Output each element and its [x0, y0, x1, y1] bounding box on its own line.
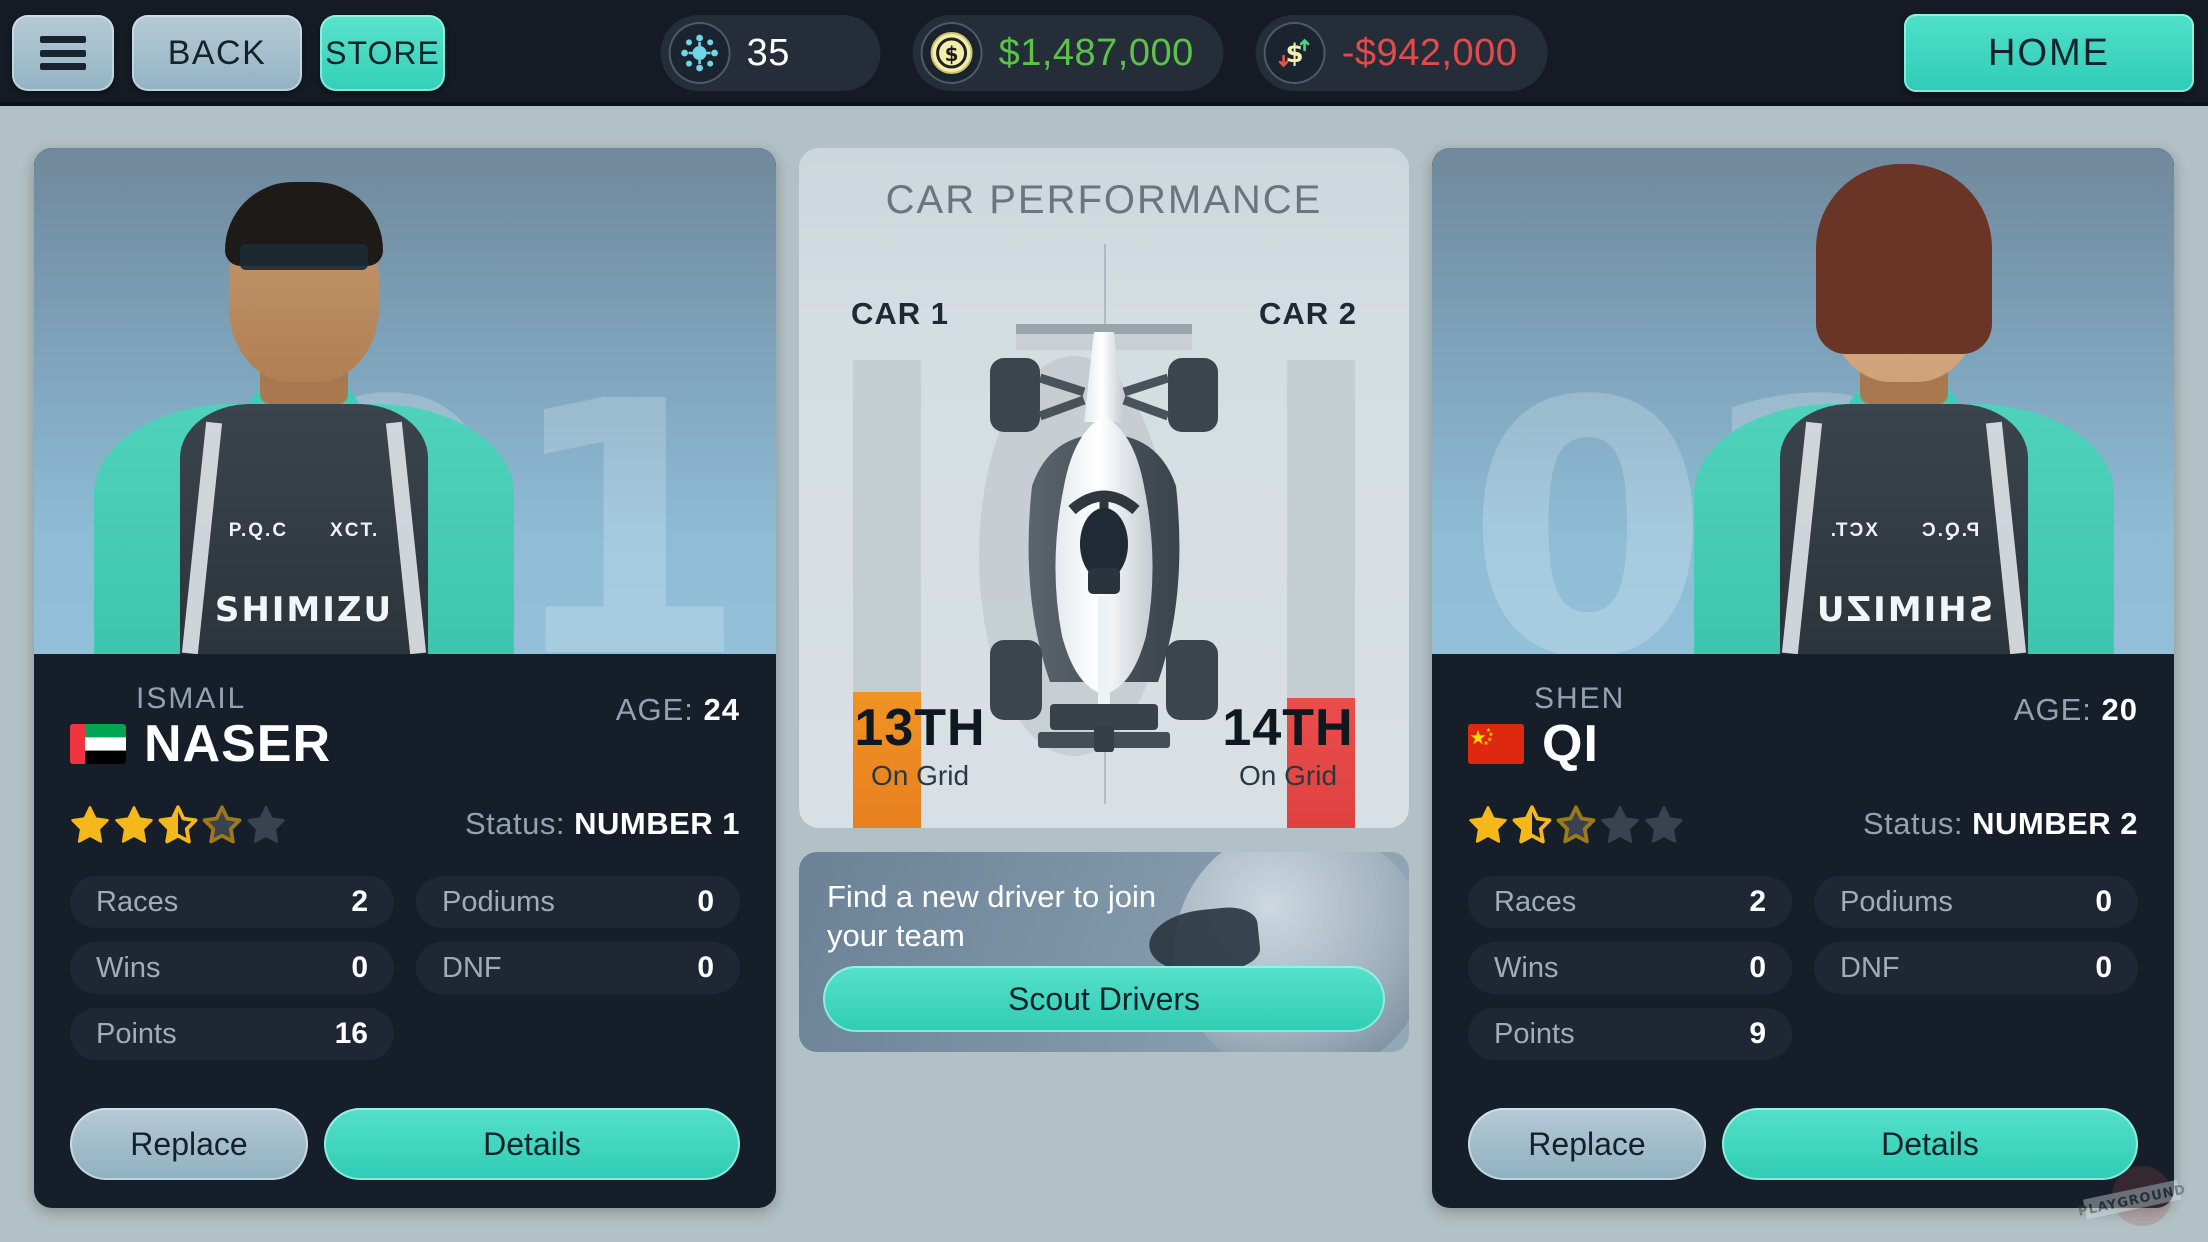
scout-drivers-button[interactable]: Scout Drivers — [823, 966, 1385, 1032]
stat-value: 0 — [351, 951, 368, 984]
stat-wins: Wins 0 — [70, 942, 394, 994]
cashflow-value: -$942,000 — [1341, 31, 1518, 74]
driver-avatar-1: P.Q.C XCT. SHIMIZU — [74, 182, 534, 654]
sunglasses-icon — [240, 244, 368, 270]
suit-sponsors-1: P.Q.C XCT. — [228, 520, 380, 541]
driver-age-2: AGE: 20 — [2013, 692, 2138, 727]
driver-actions-1: Replace Details — [70, 1108, 740, 1180]
car-2-label: CAR 2 — [1258, 296, 1357, 331]
stat-label: Wins — [1494, 951, 1559, 984]
stat-label: DNF — [1840, 951, 1900, 984]
stat-races: Races 2 — [1468, 876, 1792, 928]
suit-brand-1: SHIMIZU — [214, 590, 394, 630]
hamburger-icon — [40, 36, 86, 70]
driver-first-name-2: SHEN — [1534, 682, 1626, 715]
driver-status-1: Status: NUMBER 1 — [464, 806, 740, 841]
stat-dnf: DNF 0 — [416, 942, 740, 994]
car-performance-title: CAR PERFORMANCE — [885, 178, 1323, 222]
car-performance-panel: CAR PERFORMANCE CAR 1 CAR 2 13TH On Grid… — [799, 148, 1409, 828]
driver-status-2: Status: NUMBER 2 — [1862, 806, 2138, 841]
driver-portrait-1: 01 P.Q.C XCT. SHIMIZU — [34, 148, 776, 654]
scout-panel: Find a new driver to join your team Scou… — [799, 852, 1409, 1052]
resource-bar: 35 $ $1,487,000 $ -$942,000 — [660, 15, 1548, 91]
cashflow-icon: $ — [1263, 22, 1326, 84]
token-value: 35 — [746, 31, 790, 74]
car-2-grid-position: 14TH On Grid — [1222, 699, 1354, 791]
store-button[interactable]: STORE — [320, 15, 445, 91]
stat-label: DNF — [442, 951, 502, 984]
driver-age-1: AGE: 24 — [615, 692, 740, 727]
back-button[interactable]: BACK — [132, 15, 302, 91]
token-resource[interactable]: 35 — [660, 15, 881, 91]
stat-label: Races — [96, 885, 179, 918]
driver-rating-2 — [1468, 804, 1684, 844]
stat-value: 9 — [1749, 1017, 1766, 1050]
stat-podiums: Podiums 0 — [1814, 876, 2138, 928]
stat-wins: Wins 0 — [1468, 942, 1792, 994]
money-resource[interactable]: $ $1,487,000 — [912, 15, 1224, 91]
suit-brand-2: SHIMIZU — [1814, 590, 1994, 630]
details-driver-2-button[interactable]: Details — [1722, 1108, 2138, 1180]
money-value: $1,487,000 — [998, 31, 1194, 74]
details-driver-1-button[interactable]: Details — [324, 1108, 740, 1180]
stat-races: Races 2 — [70, 876, 394, 928]
stat-value: 0 — [1749, 951, 1766, 984]
stat-points: Points 16 — [70, 1008, 394, 1060]
stat-podiums: Podiums 0 — [416, 876, 740, 928]
main-stage: 01 P.Q.C XCT. SHIMIZU ISMAIL — [0, 106, 2208, 1242]
replace-driver-2-button[interactable]: Replace — [1468, 1108, 1706, 1180]
stat-label: Races — [1494, 885, 1577, 918]
stat-label: Wins — [96, 951, 161, 984]
f1-car-illustration — [954, 296, 1254, 766]
driver-first-name-1: ISMAIL — [136, 682, 247, 715]
driver-stats-1: Races 2 Podiums 0 Wins 0 DNF 0 Points 16 — [70, 876, 740, 1060]
flag-ae-icon — [70, 724, 126, 764]
scout-headline: Find a new driver to join your team — [827, 879, 1157, 953]
driver-avatar-2: P.Q.C XCT. SHIMIZU — [1674, 164, 2134, 654]
stat-label: Points — [1494, 1017, 1575, 1050]
stat-label: Points — [96, 1017, 177, 1050]
token-icon — [668, 22, 731, 84]
driver-last-name-2: QI — [1542, 715, 1599, 773]
stat-label: Podiums — [442, 885, 555, 918]
stat-value: 2 — [351, 885, 368, 918]
stat-value: 0 — [2095, 951, 2112, 984]
replace-driver-1-button[interactable]: Replace — [70, 1108, 308, 1180]
home-button[interactable]: HOME — [1904, 14, 2194, 92]
stat-dnf: DNF 0 — [1814, 942, 2138, 994]
svg-text:$: $ — [945, 42, 959, 66]
stat-label: Podiums — [1840, 885, 1953, 918]
driver-info-1: ISMAIL NASER AGE: 24 Status: NUMBER 1 Ra… — [34, 654, 776, 1060]
coin-icon: $ — [920, 22, 983, 84]
driver-info-2: SHEN QI AGE: 20 Status: NUMBER 2 Races 2… — [1432, 654, 2174, 1060]
car-1-label: CAR 1 — [851, 296, 950, 331]
center-column: CAR PERFORMANCE CAR 1 CAR 2 13TH On Grid… — [799, 148, 1409, 1208]
driver-last-name-1: NASER — [144, 715, 332, 773]
stat-value: 0 — [2095, 885, 2112, 918]
stat-value: 16 — [334, 1017, 368, 1050]
driver-rating-1 — [70, 804, 286, 844]
menu-button[interactable] — [12, 15, 114, 91]
stat-value: 0 — [697, 951, 714, 984]
stat-value: 0 — [697, 885, 714, 918]
stat-points: Points 9 — [1468, 1008, 1792, 1060]
driver-card-2: 02 P.Q.C XCT. SHIMIZU SHEN — [1432, 148, 2174, 1208]
driver-portrait-2: 02 P.Q.C XCT. SHIMIZU — [1432, 148, 2174, 654]
driver-card-1: 01 P.Q.C XCT. SHIMIZU ISMAIL — [34, 148, 776, 1208]
car-1-grid-position: 13TH On Grid — [854, 699, 986, 791]
driver-actions-2: Replace Details — [1468, 1108, 2138, 1180]
top-bar: BACK STORE 35 $ $1,487,000 $ -$942,000 H… — [0, 0, 2208, 106]
driver-stats-2: Races 2 Podiums 0 Wins 0 DNF 0 Points 9 — [1468, 876, 2138, 1060]
flag-cn-icon — [1468, 724, 1524, 764]
cashflow-resource[interactable]: $ -$942,000 — [1255, 15, 1548, 91]
stat-value: 2 — [1749, 885, 1766, 918]
suit-sponsors-2: P.Q.C XCT. — [1828, 520, 1980, 541]
